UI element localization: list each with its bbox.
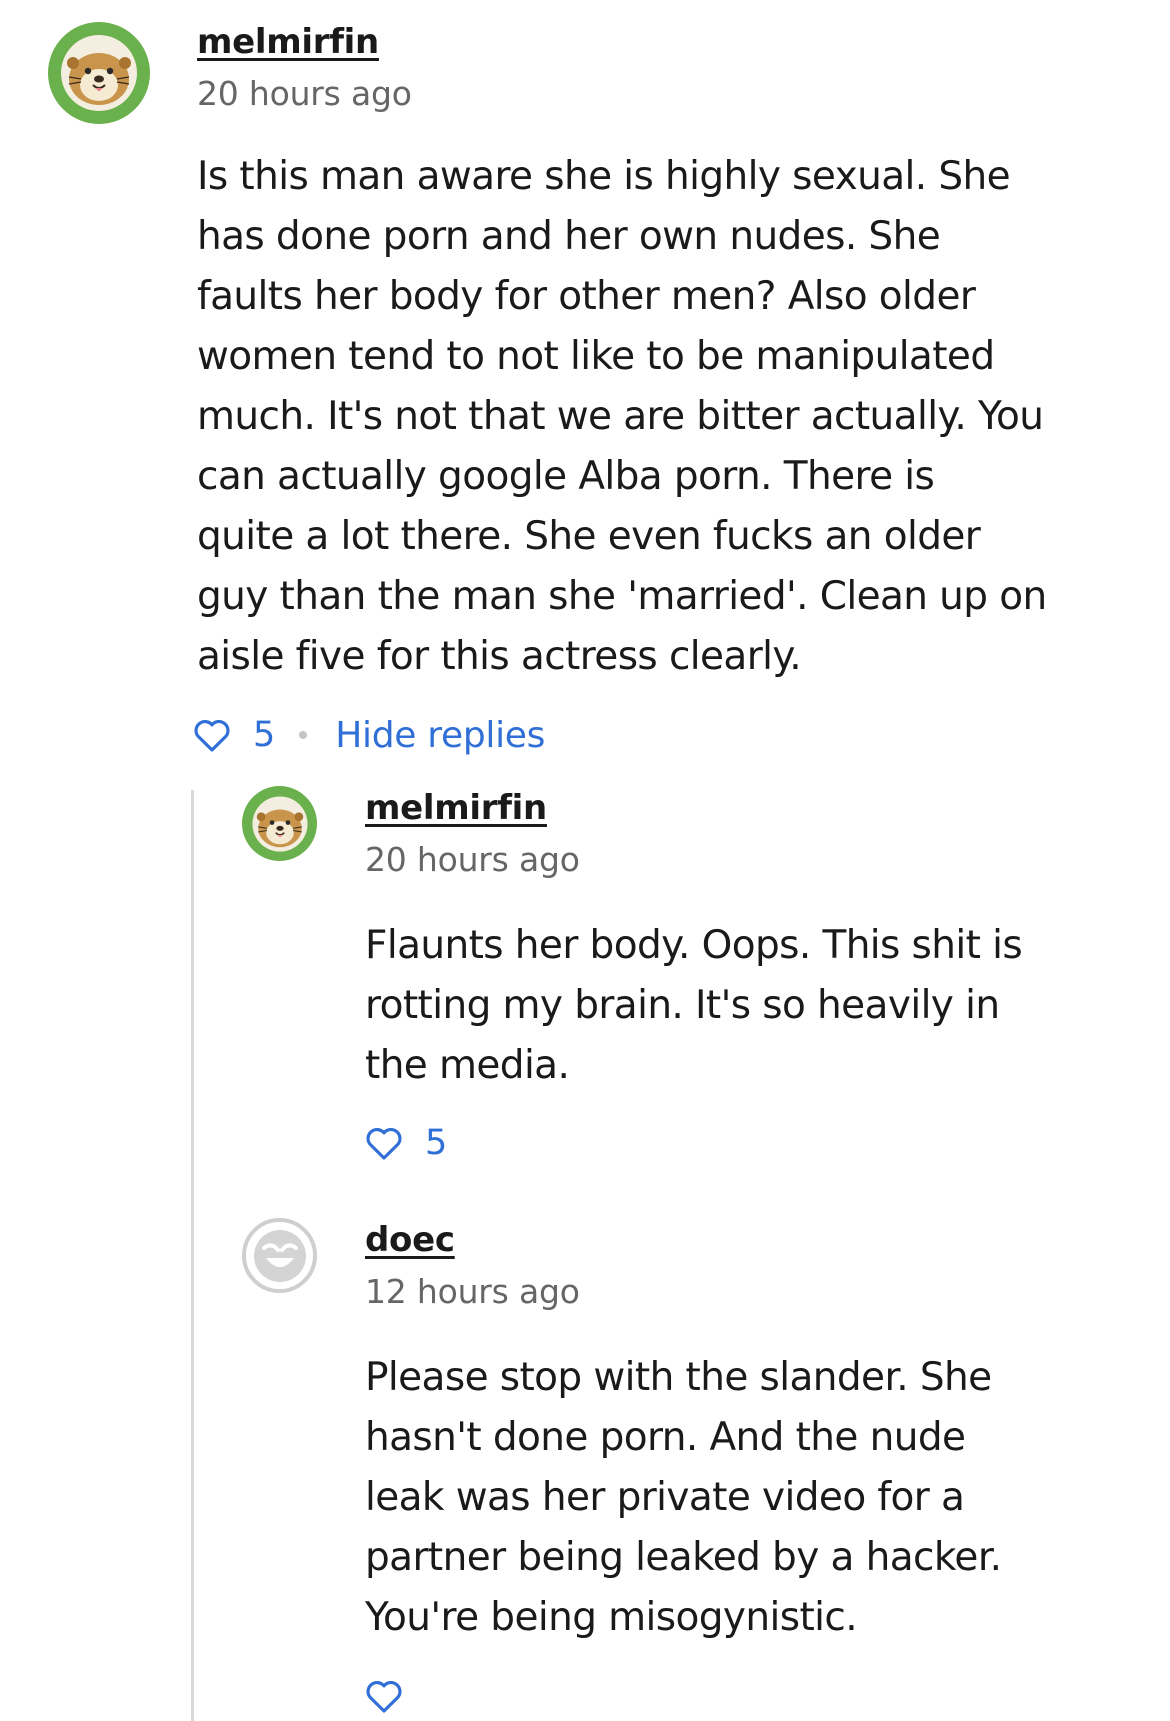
reply-body: Flaunts her body. Oops. This shit is rot… xyxy=(365,916,1145,1096)
separator-dot xyxy=(299,731,308,739)
heart-icon xyxy=(366,1681,402,1713)
user-avatar[interactable] xyxy=(242,1218,317,1293)
comment-line: can actually google Alba porn. There is xyxy=(197,454,935,499)
comment-line: aisle five for this actress clearly. xyxy=(197,634,802,679)
reply-timestamp: 12 hours ago xyxy=(365,1272,580,1311)
heart-icon xyxy=(194,720,230,752)
like-button[interactable]: 5 xyxy=(365,1123,447,1163)
reply-line: the media. xyxy=(365,1043,570,1088)
reply-line: Please stop with the slander. She xyxy=(365,1355,992,1400)
comment-thread: melmirfin 20 hours ago Is this man aware… xyxy=(0,0,1170,1721)
user-avatar[interactable] xyxy=(242,786,317,861)
comment-line: much. It's not that we are bitter actual… xyxy=(197,394,1044,439)
comment-timestamp: 20 hours ago xyxy=(197,74,412,113)
comment-body: Is this man aware she is highly sexual. … xyxy=(197,147,1137,687)
like-button[interactable]: 5 xyxy=(193,715,275,755)
user-avatar[interactable] xyxy=(48,22,150,124)
reply-line: You're being misogynistic. xyxy=(365,1595,858,1640)
comment-line: women tend to not like to be manipulated xyxy=(197,334,995,379)
comment-line: guy than the man she 'married'. Clean up… xyxy=(197,574,1047,619)
hide-replies-link[interactable]: Hide replies xyxy=(335,715,545,756)
otter-avatar-icon xyxy=(251,795,308,852)
reply-username[interactable]: melmirfin xyxy=(365,788,547,828)
like-button[interactable] xyxy=(365,1678,425,1714)
reply-timestamp: 20 hours ago xyxy=(365,840,580,879)
default-smiley-avatar-icon xyxy=(253,1229,306,1282)
comment-actions: 5 Hide replies xyxy=(193,713,545,757)
reply-thread-line xyxy=(191,790,194,1721)
reply-line: Flaunts her body. Oops. This shit is xyxy=(365,923,1023,968)
reply-line: leak was her private video for a xyxy=(365,1475,965,1520)
like-count: 5 xyxy=(425,1123,448,1163)
reply-line: hasn't done porn. And the nude xyxy=(365,1415,966,1460)
comment-line: faults her body for other men? Also olde… xyxy=(197,274,976,319)
comment-username[interactable]: melmirfin xyxy=(197,22,379,62)
reply-line: partner being leaked by a hacker. xyxy=(365,1535,1002,1580)
comment-line: quite a lot there. She even fucks an old… xyxy=(197,514,981,559)
reply-username[interactable]: doec xyxy=(365,1220,455,1260)
comment-line: has done porn and her own nudes. She xyxy=(197,214,941,259)
reply-actions xyxy=(365,1674,425,1718)
reply-body: Please stop with the slander. She hasn't… xyxy=(365,1348,1145,1648)
heart-icon xyxy=(366,1128,402,1160)
like-count: 5 xyxy=(253,715,276,755)
otter-avatar-icon xyxy=(61,35,137,111)
reply-actions: 5 xyxy=(365,1121,447,1165)
comment-line: Is this man aware she is highly sexual. … xyxy=(197,154,1011,199)
reply-line: rotting my brain. It's so heavily in xyxy=(365,983,1000,1028)
